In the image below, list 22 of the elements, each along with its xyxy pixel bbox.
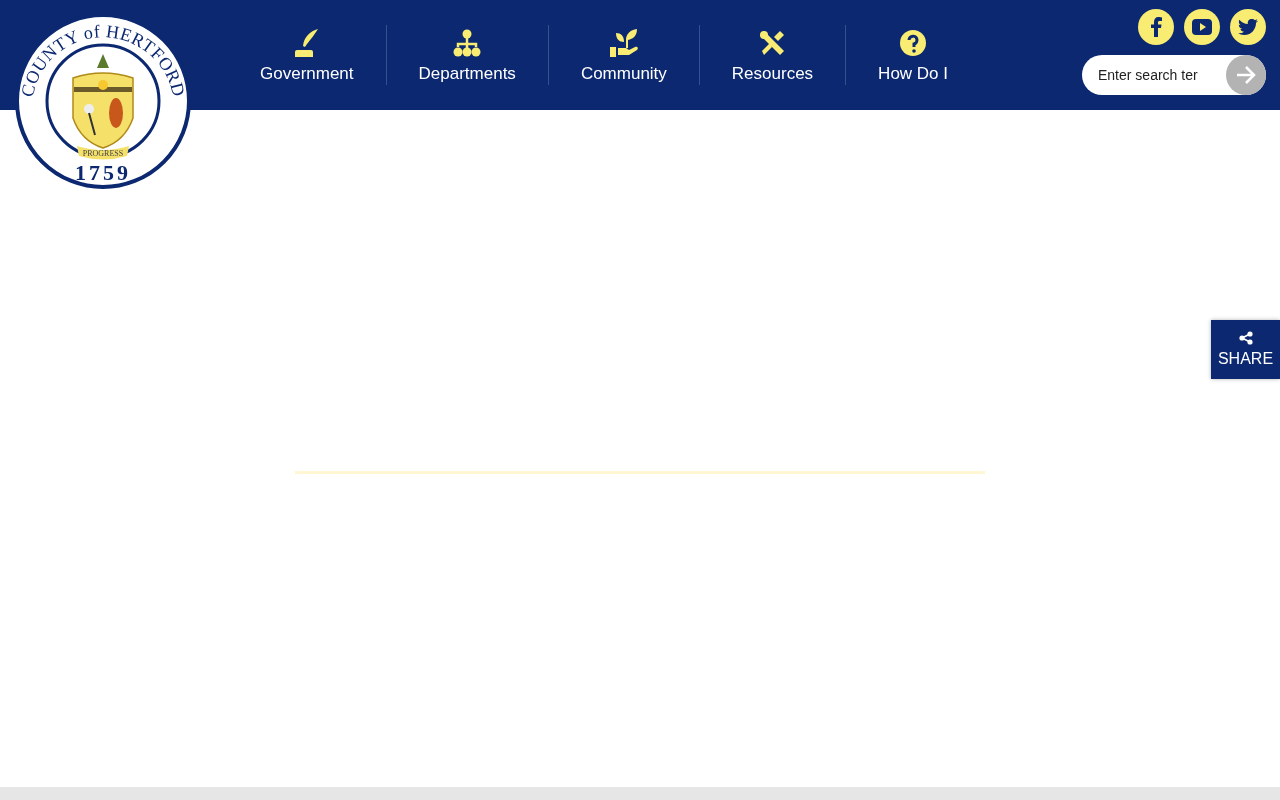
arrow-right-icon: [1236, 66, 1256, 84]
social-link[interactable]: [1138, 9, 1174, 45]
f-letter-icon: [1150, 17, 1162, 37]
nav-link[interactable]: Resources: [699, 25, 846, 85]
hand-sprout-icon: [608, 28, 639, 58]
play-icon: [1192, 19, 1212, 35]
social-link[interactable]: [1230, 9, 1266, 45]
share-icon: [1238, 331, 1253, 345]
seal-motto: PROGRESS: [82, 149, 124, 158]
hierarchy-icon: [453, 29, 482, 57]
nav-link[interactable]: How Do I: [846, 25, 981, 85]
share-button[interactable]: SHARE: [1211, 320, 1280, 379]
nav-link[interactable]: Community: [548, 25, 699, 85]
help-icon: [899, 29, 928, 57]
nav-link[interactable]: Government: [228, 25, 386, 85]
bird-icon: [1238, 19, 1258, 35]
search-button[interactable]: [1226, 55, 1266, 95]
social-link[interactable]: [1184, 9, 1220, 45]
nav-link[interactable]: Departments: [386, 25, 548, 85]
tools-icon: [758, 29, 787, 57]
quill-icon: [293, 28, 320, 58]
seal-year: 1759: [75, 160, 131, 185]
